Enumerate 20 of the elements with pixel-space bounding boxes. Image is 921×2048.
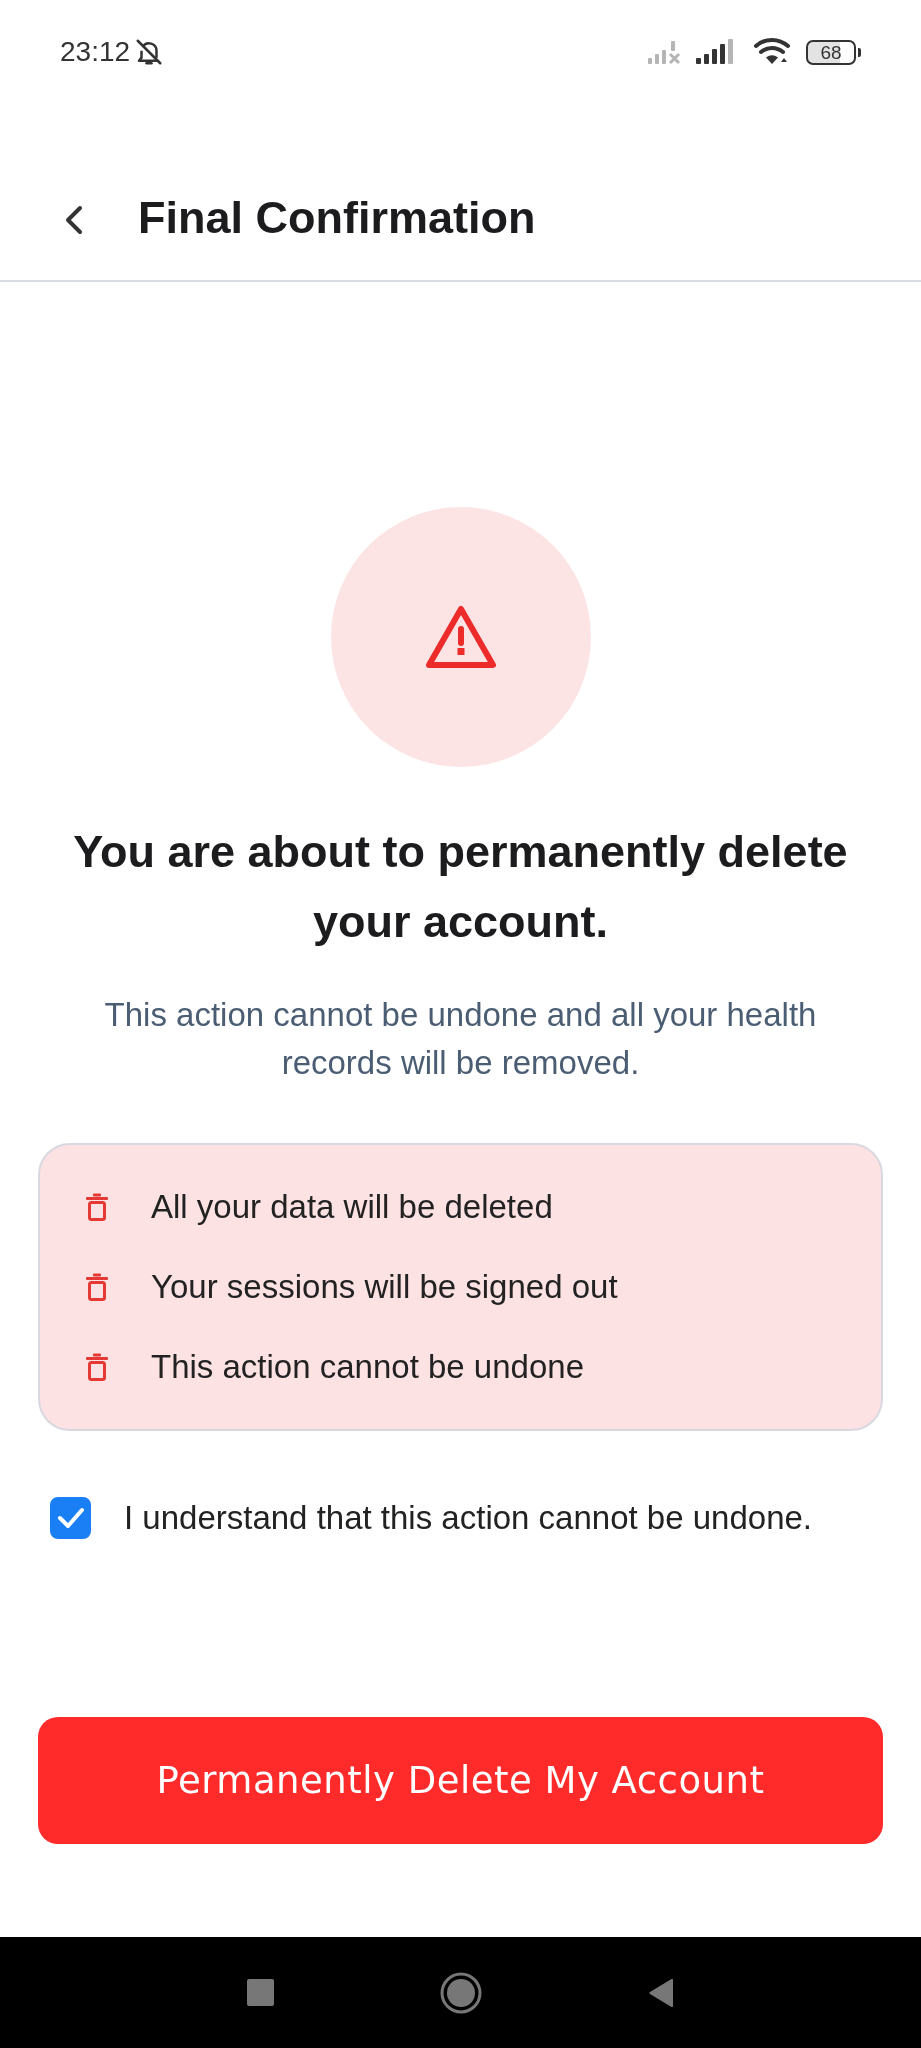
consequence-text: Your sessions will be signed out (151, 1268, 618, 1306)
warning-heading: You are about to permanently delete your account. (72, 825, 849, 949)
checkbox[interactable] (50, 1497, 91, 1539)
trash-icon (86, 1353, 108, 1381)
page-title: Final Confirmation (138, 191, 536, 245)
signal-icon (696, 39, 736, 65)
trash-icon (86, 1273, 108, 1301)
consequence-text: This action cannot be undone (151, 1348, 584, 1386)
delete-account-button[interactable]: Permanently Delete My Account (38, 1717, 883, 1844)
checkmark-icon (56, 1507, 85, 1529)
back-icon[interactable] (647, 1977, 675, 2008)
consequence-text: All your data will be deleted (151, 1188, 553, 1226)
warning-icon (424, 604, 497, 670)
warning-description: This action cannot be undone and all your health records will be removed. (103, 995, 818, 1083)
confirm-label: I understand that this action cannot be undone. (124, 1499, 812, 1537)
status-time: 23:12 (60, 36, 131, 68)
home-icon[interactable] (439, 1971, 482, 2014)
trash-icon (86, 1193, 108, 1221)
square-icon[interactable] (246, 1979, 274, 2006)
battery-indicator: 68 (806, 39, 861, 65)
